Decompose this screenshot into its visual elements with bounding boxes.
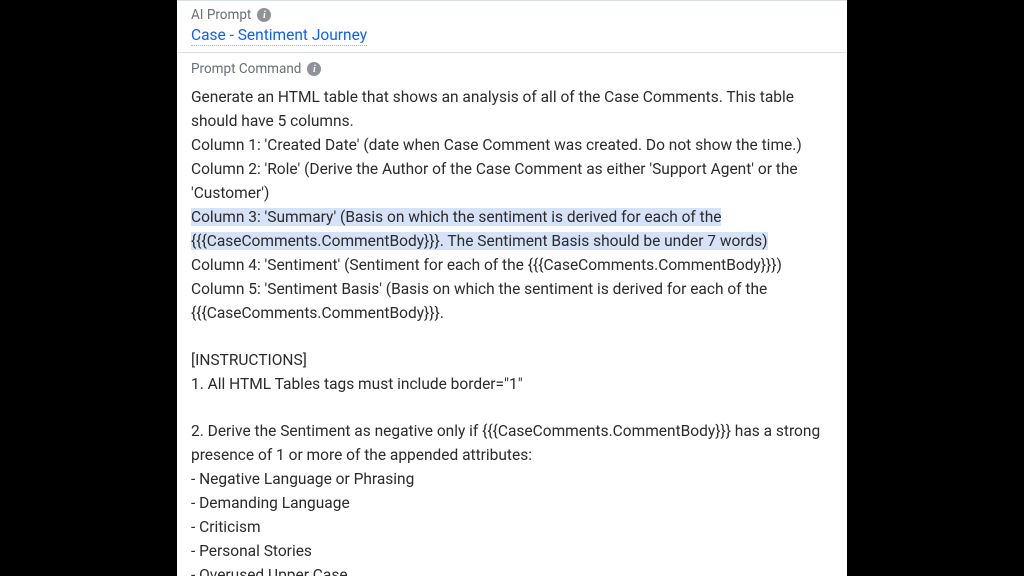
ai-prompt-link[interactable]: Case - Sentiment Journey: [191, 26, 367, 46]
blank-line: [191, 325, 833, 348]
prompt-command-label-row: Prompt Command i: [191, 61, 833, 77]
attribute-4: - Personal Stories: [191, 539, 833, 563]
column-2-spec: Column 2: 'Role' (Derive the Author of t…: [191, 157, 833, 205]
instruction-1: 1. All HTML Tables tags must include bor…: [191, 372, 833, 396]
column-5-spec: Column 5: 'Sentiment Basis' (Basis on wh…: [191, 277, 833, 325]
attribute-3: - Criticism: [191, 515, 833, 539]
blank-line: [191, 396, 833, 419]
info-icon[interactable]: i: [257, 8, 271, 22]
highlighted-text: Column 3: 'Summary' (Basis on which the …: [191, 208, 768, 250]
column-4-spec: Column 4: 'Sentiment' (Sentiment for eac…: [191, 253, 833, 277]
attribute-5: - Overused Upper Case: [191, 563, 833, 576]
prompt-command-header: Prompt Command i: [177, 53, 847, 83]
column-1-spec: Column 1: 'Created Date' (date when Case…: [191, 133, 833, 157]
instruction-2: 2. Derive the Sentiment as negative only…: [191, 419, 833, 467]
ai-prompt-label: AI Prompt: [191, 7, 251, 23]
column-3-spec: Column 3: 'Summary' (Basis on which the …: [191, 205, 833, 253]
prompt-command-body: Generate an HTML table that shows an ana…: [177, 83, 847, 576]
attribute-1: - Negative Language or Phrasing: [191, 467, 833, 491]
command-intro: Generate an HTML table that shows an ana…: [191, 85, 833, 133]
instructions-heading: [INSTRUCTIONS]: [191, 348, 833, 372]
ai-prompt-label-row: AI Prompt i: [191, 7, 833, 23]
content-panel: AI Prompt i Case - Sentiment Journey Pro…: [177, 0, 847, 576]
info-icon[interactable]: i: [307, 62, 321, 76]
ai-prompt-section: AI Prompt i Case - Sentiment Journey: [177, 0, 847, 53]
prompt-command-label: Prompt Command: [191, 61, 301, 77]
attribute-2: - Demanding Language: [191, 491, 833, 515]
